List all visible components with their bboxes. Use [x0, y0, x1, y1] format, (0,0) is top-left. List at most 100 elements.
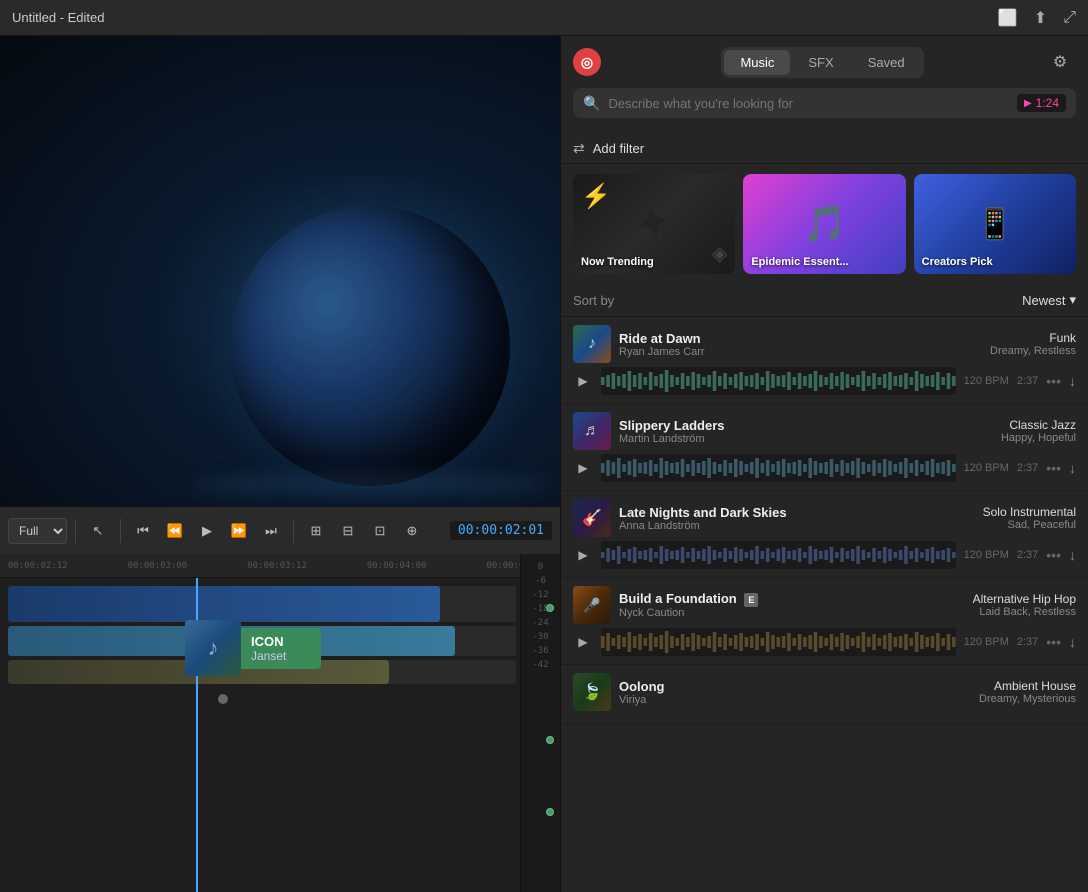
- track-tooltip: ♪ ICON Janset: [185, 620, 321, 676]
- filter-bar: ⇄ Add filter: [561, 134, 1088, 164]
- category-section: ✦ ⚡ ◈ Now Trending 🎵 Epidemic Essent.: [561, 164, 1088, 284]
- genre-name-3: Solo Instrumental: [983, 505, 1076, 519]
- add-filter-button[interactable]: Add filter: [593, 141, 1076, 156]
- ripple-button[interactable]: ⊞: [302, 517, 330, 545]
- track-play-button-1[interactable]: ▶: [573, 371, 593, 391]
- tab-music[interactable]: Music: [724, 50, 790, 75]
- search-icon: 🔍: [583, 95, 600, 112]
- logo-icon: ◎: [581, 54, 593, 71]
- track-title-3: Late Nights and Dark Skies: [619, 505, 975, 520]
- restore-icon[interactable]: ⬜: [998, 8, 1018, 28]
- track-play-button-3[interactable]: ▶: [573, 545, 593, 565]
- volume-panel: 0 -6 -12 -18 -24 -30 -36 -42: [520, 554, 560, 892]
- tooltip-info: ICON Janset: [241, 628, 321, 669]
- volume-indicator-3[interactable]: [546, 808, 554, 816]
- track-art-5: 🍃: [573, 673, 611, 711]
- forward-to-end-button[interactable]: ⏭: [257, 517, 285, 545]
- category-card-epidemic[interactable]: 🎵 Epidemic Essent...: [743, 174, 905, 274]
- download-button-3[interactable]: ↓: [1069, 547, 1076, 563]
- bpm-1: 120 BPM: [964, 375, 1009, 387]
- more-button-2[interactable]: •••: [1046, 460, 1061, 476]
- duration-4: 2:37: [1017, 636, 1038, 648]
- timeline-ruler: 00:00:02:12 00:00:03:00 00:00:03:12 00:0…: [0, 554, 560, 578]
- track-info-5: Oolong Viriya: [619, 679, 971, 706]
- video-clip[interactable]: [8, 586, 440, 622]
- download-button-1[interactable]: ↓: [1069, 373, 1076, 389]
- planet-visual: [230, 206, 510, 486]
- waveform-svg-4: [601, 628, 956, 656]
- search-bar: 🔍 ▶ 1:24: [573, 88, 1076, 118]
- export-icon[interactable]: ⬆: [1034, 8, 1047, 28]
- play-button[interactable]: ▶: [193, 517, 221, 545]
- window-title: Untitled - Edited: [12, 10, 105, 25]
- more-button-3[interactable]: •••: [1046, 547, 1061, 563]
- add-track-button[interactable]: ⊕: [398, 517, 426, 545]
- tab-saved[interactable]: Saved: [852, 50, 921, 75]
- genre-name-1: Funk: [990, 331, 1076, 345]
- bpm-3: 120 BPM: [964, 549, 1009, 561]
- track-item-ride-at-dawn: ♪ Ride at Dawn Ryan James Carr Funk Drea…: [561, 317, 1088, 404]
- tab-sfx[interactable]: SFX: [792, 50, 849, 75]
- track-list: ♪ Ride at Dawn Ryan James Carr Funk Drea…: [561, 317, 1088, 892]
- step-forward-button[interactable]: ⏩: [225, 517, 253, 545]
- track-info-1: Ride at Dawn Ryan James Carr: [619, 331, 982, 358]
- sort-select[interactable]: Newest ▾: [1022, 292, 1076, 308]
- music-panel-header: ◎ Music SFX Saved ⚙ 🔍 ▶ 1:24: [561, 36, 1088, 134]
- track-item-late-nights: 🎸 Late Nights and Dark Skies Anna Landst…: [561, 491, 1088, 578]
- category-cards: ✦ ⚡ ◈ Now Trending 🎵 Epidemic Essent.: [573, 174, 1076, 274]
- track-play-button-4[interactable]: ▶: [573, 632, 593, 652]
- tab-group: Music SFX Saved: [721, 47, 923, 78]
- back-to-start-button[interactable]: ⏮: [129, 517, 157, 545]
- more-button-4[interactable]: •••: [1046, 634, 1061, 650]
- ruler-mark-2: 00:00:03:00: [128, 561, 188, 571]
- fullscreen-icon[interactable]: ⤢: [1063, 9, 1076, 27]
- step-back-button[interactable]: ⏪: [161, 517, 189, 545]
- volume-indicators: [546, 604, 554, 816]
- toolbar-separator-3: [293, 519, 294, 543]
- duration-value: 1:24: [1036, 96, 1059, 110]
- track-title-2: Slippery Ladders: [619, 418, 993, 433]
- ripple2-button[interactable]: ⊟: [334, 517, 362, 545]
- track-title-4: Build a Foundation E: [619, 591, 965, 607]
- genre-tags-4: Laid Back, Restless: [973, 606, 1076, 618]
- more-button-1[interactable]: •••: [1046, 373, 1061, 389]
- track-info-3: Late Nights and Dark Skies Anna Landströ…: [619, 505, 975, 532]
- category-card-creators[interactable]: 📱 Creators Pick: [914, 174, 1076, 274]
- sort-value: Newest: [1022, 293, 1065, 308]
- genre-tags-1: Dreamy, Restless: [990, 345, 1076, 357]
- top-bar: Untitled - Edited ⬜ ⬆ ⤢: [0, 0, 1088, 36]
- timecode-display: 00:00:02:01: [450, 521, 552, 540]
- track-main-row-4: 🎤 Build a Foundation E Nyck Caution Alte…: [573, 586, 1076, 624]
- volume-indicator-1[interactable]: [546, 604, 554, 612]
- tooltip-thumbnail: ♪: [185, 620, 241, 676]
- track-genre-5: Ambient House Dreamy, Mysterious: [979, 679, 1076, 705]
- zoom-select[interactable]: Full 50% 25%: [8, 518, 67, 544]
- download-button-2[interactable]: ↓: [1069, 460, 1076, 476]
- search-input[interactable]: [608, 96, 1009, 111]
- ruler-mark-1: 00:00:02:12: [8, 561, 68, 571]
- category-card-trending[interactable]: ✦ ⚡ ◈ Now Trending: [573, 174, 735, 274]
- bpm-4: 120 BPM: [964, 636, 1009, 648]
- tooltip-subtitle: Janset: [251, 649, 311, 663]
- epidemic-card-label: Epidemic Essent...: [751, 256, 897, 268]
- settings-button[interactable]: ⚙: [1044, 46, 1076, 78]
- track-genre-2: Classic Jazz Happy, Hopeful: [1001, 418, 1076, 444]
- epidemic-sound-logo: ◎: [573, 48, 601, 76]
- tooltip-thumbnail-inner: ♪: [185, 620, 241, 676]
- snapshot-button[interactable]: ⊡: [366, 517, 394, 545]
- duration-badge[interactable]: ▶ 1:24: [1017, 94, 1066, 112]
- sort-by-label: Sort by: [573, 293, 614, 308]
- track-main-row-1: ♪ Ride at Dawn Ryan James Carr Funk Drea…: [573, 325, 1076, 363]
- track-play-button-2[interactable]: ▶: [573, 458, 593, 478]
- waveform-1: [601, 367, 956, 395]
- track-main-row-5: 🍃 Oolong Viriya Ambient House Dreamy, My…: [573, 673, 1076, 711]
- toolbar-playback-group: ⏮ ⏪ ▶ ⏩ ⏭ ⊞ ⊟ ⊡ ⊕: [116, 517, 426, 545]
- select-tool-button[interactable]: ↖: [84, 517, 112, 545]
- track-art-3: 🎸: [573, 499, 611, 537]
- volume-indicator-2[interactable]: [546, 736, 554, 744]
- editor-toolbar: Full 50% 25% ↖ ⏮ ⏪ ▶ ⏩ ⏭ ⊞ ⊟ ⊡ ⊕ 00:0: [0, 506, 560, 554]
- download-button-4[interactable]: ↓: [1069, 634, 1076, 650]
- cursor-indicator: [218, 694, 228, 704]
- track-artist-2: Martin Landström: [619, 433, 993, 445]
- waveform-svg-2: [601, 454, 956, 482]
